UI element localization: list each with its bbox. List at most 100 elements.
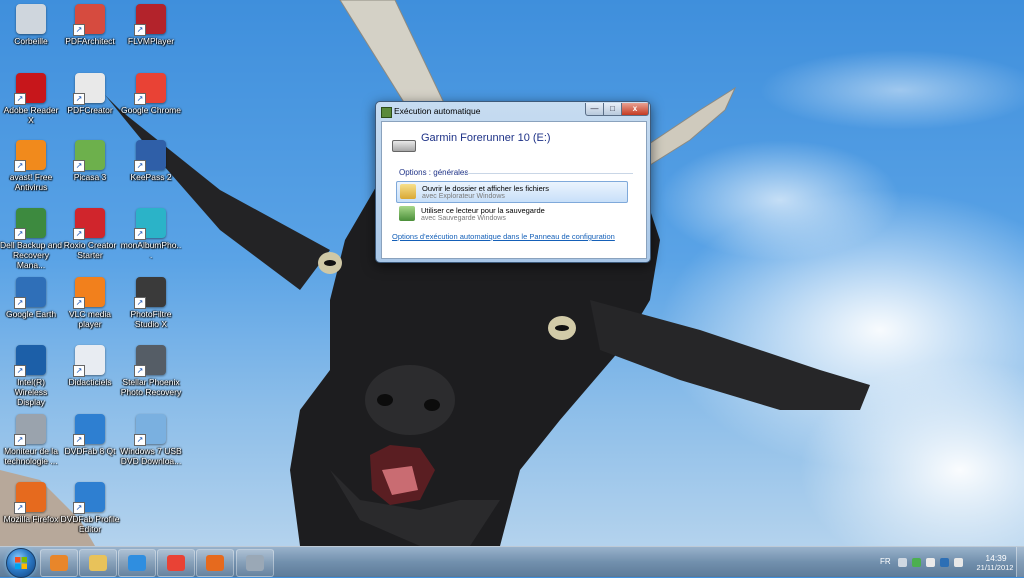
taskbar-button[interactable] (196, 549, 234, 577)
desktop-shortcut[interactable]: ↗ PDFCreator (59, 73, 121, 115)
desktop-shortcut-label: VLC media player (68, 309, 112, 329)
drive-name: Garmin Forerunner 10 (E:) (421, 132, 551, 144)
autoplay-title-icon (381, 107, 392, 118)
desktop-shortcut[interactable]: ↗ PDFArchitect (59, 4, 121, 46)
shortcut-arrow-icon: ↗ (134, 228, 146, 240)
desktop-shortcut-label: PDFCreator (67, 105, 113, 115)
desktop-shortcut[interactable]: ↗ VLC media player (59, 277, 121, 329)
volume-icon[interactable] (954, 558, 963, 567)
keepass-icon: ↗ (134, 140, 166, 172)
desktop-shortcut[interactable]: ↗ FLVMPlayer (120, 4, 182, 46)
desktop-shortcut-label: DVDFab 8 Qt (64, 446, 116, 456)
shortcut-arrow-icon: ↗ (134, 93, 146, 105)
dvdfab-profile-icon: ↗ (73, 482, 105, 514)
shortcut-arrow-icon: ↗ (73, 228, 85, 240)
intel-wireless-display-icon: ↗ (14, 345, 46, 377)
show-hidden-icons-icon[interactable] (898, 558, 907, 567)
pdf-creator-icon: ↗ (73, 73, 105, 105)
usb-drive-icon (392, 140, 416, 152)
desktop-shortcut[interactable]: ↗ Google Chrome (120, 73, 182, 115)
taskbar-button[interactable] (40, 549, 78, 577)
safely-remove-icon[interactable] (912, 558, 921, 567)
desktop-shortcut-label: avast! Free Antivirus (9, 172, 53, 192)
autoplay-task-icon (246, 555, 264, 571)
battery-icon[interactable] (940, 558, 949, 567)
desktop-shortcut[interactable]: ↗ PhotoFiltre Studio X (120, 277, 182, 329)
desktop-shortcut[interactable]: ↗ KeePass 2 (120, 140, 182, 182)
desktop-shortcut-label: Intel(R) Wireless Display (14, 377, 48, 407)
flv-player-icon: ↗ (134, 4, 166, 36)
clock-date[interactable]: 21/11/2012 (972, 563, 1018, 572)
shortcut-arrow-icon: ↗ (14, 93, 26, 105)
desktop-shortcut[interactable]: ↗ monAlbumPho... (120, 208, 182, 260)
desktop-shortcut[interactable]: ↗ Stellar Phoenix Photo Recovery (120, 345, 182, 397)
clock-time[interactable]: 14:39 (978, 553, 1014, 563)
shortcut-arrow-icon: ↗ (73, 502, 85, 514)
internet-explorer-icon (128, 555, 146, 571)
autoplay-dialog: Exécution automatique — □ x Garmin Forer… (375, 101, 651, 263)
desktop-shortcut[interactable]: ↗ Moniteur de la technologie ... (0, 414, 62, 466)
desktop-shortcut-label: Google Chrome (120, 105, 181, 115)
desktop-shortcut[interactable]: Corbeille (0, 4, 62, 46)
desktop-shortcut-label: Adobe Reader X (3, 105, 59, 125)
shortcut-arrow-icon: ↗ (134, 365, 146, 377)
options-section-title: Options : générales (399, 168, 469, 177)
autoplay-settings-link[interactable]: Options d'exécution automatique dans le … (392, 232, 615, 241)
desktop-shortcut[interactable]: ↗ Windows 7 USB DVD Downloa... (120, 414, 182, 466)
backup-option[interactable]: Utiliser ce lecteur pour la sauvegarde a… (396, 204, 626, 224)
desktop-shortcut[interactable]: ↗ DVDFab 8 Qt (59, 414, 121, 456)
autoplay-content: Garmin Forerunner 10 (E:) Options : géné… (381, 121, 647, 259)
desktop-shortcut[interactable]: ↗ Intel(R) Wireless Display (0, 345, 62, 407)
taskbar-button[interactable] (236, 549, 274, 577)
shortcut-arrow-icon: ↗ (73, 297, 85, 309)
close-button[interactable]: x (621, 103, 649, 116)
windows-usb-icon: ↗ (134, 414, 166, 446)
desktop-shortcut-label: Didacticiels (68, 377, 112, 387)
desktop-shortcut[interactable]: ↗ DVDFab Profile Editor (59, 482, 121, 534)
shortcut-arrow-icon: ↗ (73, 160, 85, 172)
language-indicator[interactable]: FR (880, 557, 891, 566)
shortcut-arrow-icon: ↗ (14, 160, 26, 172)
desktop-shortcut-label: Google Earth (5, 309, 57, 319)
desktop-shortcut[interactable]: ↗ Didacticiels (59, 345, 121, 387)
taskbar-button[interactable] (157, 549, 195, 577)
chrome-icon: ↗ (134, 73, 166, 105)
desktop-shortcut[interactable]: ↗ Picasa 3 (59, 140, 121, 182)
autoplay-titlebar[interactable]: Exécution automatique — □ x (376, 102, 650, 121)
pdf-architect-icon: ↗ (73, 4, 105, 36)
desktop-shortcut-label: FLVMPlayer (127, 36, 175, 46)
google-earth-icon: ↗ (14, 277, 46, 309)
desktop-shortcut-label: DVDFab Profile Editor (60, 514, 120, 534)
desktop-shortcut[interactable]: ↗ Roxio Creator Starter (59, 208, 121, 260)
shortcut-arrow-icon: ↗ (14, 365, 26, 377)
shortcut-arrow-icon: ↗ (73, 434, 85, 446)
option-sublabel: avec Sauvegarde Windows (421, 215, 506, 222)
show-desktop-button[interactable] (1016, 547, 1024, 577)
shortcut-arrow-icon: ↗ (134, 24, 146, 36)
start-button[interactable] (6, 548, 36, 578)
desktop-shortcut[interactable]: ↗ Dell Backup and Recovery Mana... (0, 208, 62, 270)
section-divider (463, 173, 633, 174)
taskbar: FR 14:39 21/11/2012 (0, 546, 1024, 578)
option-sublabel: avec Explorateur Windows (422, 193, 505, 200)
folder-icon (400, 184, 416, 199)
desktop-shortcut-label: Moniteur de la technologie ... (4, 446, 58, 466)
maximize-button[interactable]: □ (603, 103, 622, 116)
shortcut-arrow-icon: ↗ (134, 297, 146, 309)
desktop-shortcut[interactable]: ↗ Google Earth (0, 277, 62, 319)
desktop-shortcut-label: monAlbumPho... (120, 240, 182, 260)
taskbar-button[interactable] (118, 549, 156, 577)
adobe-reader-icon: ↗ (14, 73, 46, 105)
desktop-shortcut[interactable]: ↗ Adobe Reader X (0, 73, 62, 125)
desktop-shortcut[interactable]: ↗ Mozilla Firefox (0, 482, 62, 524)
minimize-button[interactable]: — (585, 103, 604, 116)
picasa-icon: ↗ (73, 140, 105, 172)
desktop-shortcut[interactable]: ↗ avast! Free Antivirus (0, 140, 62, 192)
network-icon[interactable] (926, 558, 935, 567)
open-folder-option[interactable]: Ouvrir le dossier et afficher les fichie… (396, 181, 628, 203)
shortcut-arrow-icon: ↗ (14, 502, 26, 514)
dvdfab-icon: ↗ (73, 414, 105, 446)
taskbar-button[interactable] (79, 549, 117, 577)
media-player-icon (50, 555, 68, 571)
autoplay-title: Exécution automatique (394, 106, 481, 116)
